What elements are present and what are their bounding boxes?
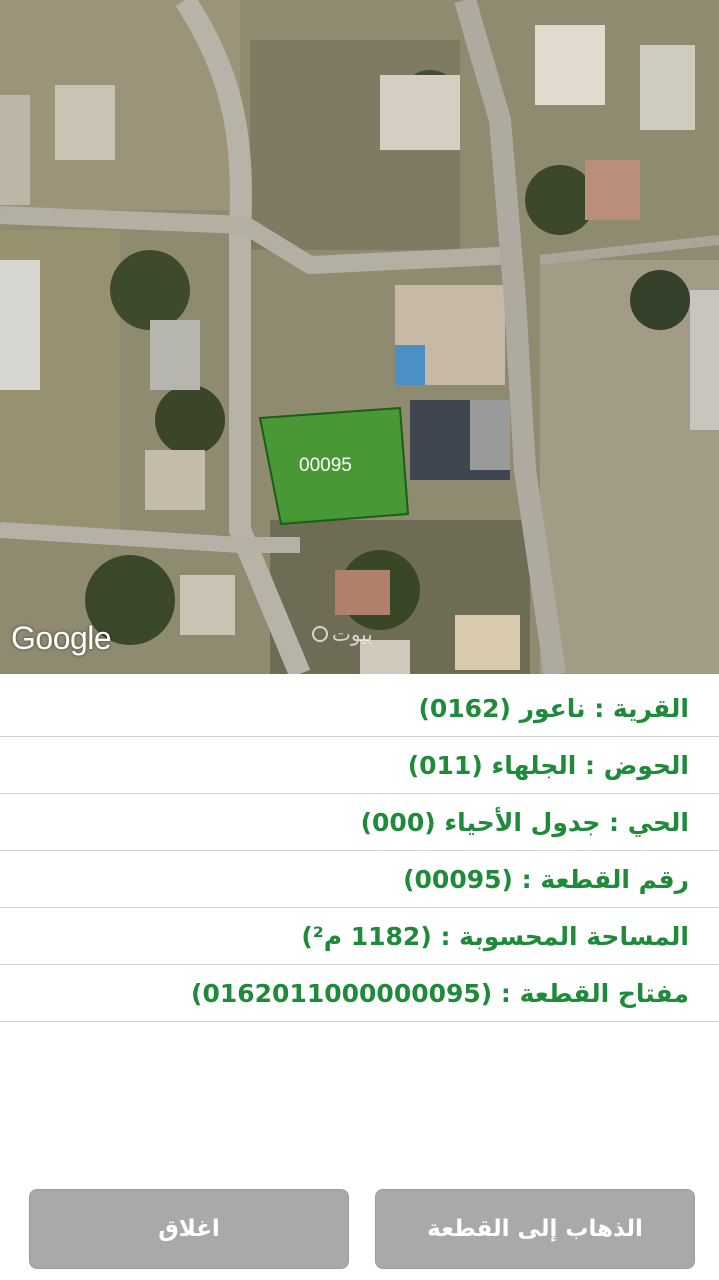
watermark: بيوت — [312, 622, 373, 646]
go-to-parcel-button[interactable]: الذهاب إلى القطعة — [375, 1189, 695, 1269]
info-row-parcel-key: مفتاح القطعة : (0162011000000095) — [0, 965, 719, 1022]
village-text: القرية : ناعور (0162) — [418, 693, 689, 723]
info-row-area: المساحة المحسوبة : (1182 م²) — [0, 908, 719, 965]
neighborhood-text: الحي : جدول الأحياء (000) — [360, 807, 689, 837]
basin-text: الحوض : الجلهاء (011) — [407, 750, 689, 780]
satellite-map[interactable]: 00095 Google بيوت — [0, 0, 719, 674]
info-row-basin: الحوض : الجلهاء (011) — [0, 737, 719, 794]
close-button[interactable]: اغلاق — [29, 1189, 349, 1269]
info-row-village: القرية : ناعور (0162) — [0, 680, 719, 737]
search-icon — [312, 626, 328, 642]
parcel-info-list: القرية : ناعور (0162) الحوض : الجلهاء (0… — [0, 680, 719, 1022]
satellite-imagery — [0, 0, 719, 674]
info-row-neighborhood: الحي : جدول الأحياء (000) — [0, 794, 719, 851]
info-row-parcel-number: رقم القطعة : (00095) — [0, 851, 719, 908]
parcel-number-text: رقم القطعة : (00095) — [403, 864, 689, 894]
parcel-number-label[interactable]: 00095 — [299, 455, 352, 477]
google-logo: Google — [11, 620, 112, 656]
parcel-key-text: مفتاح القطعة : (0162011000000095) — [191, 978, 689, 1008]
area-text: المساحة المحسوبة : (1182 م²) — [301, 921, 689, 951]
watermark-text: بيوت — [332, 622, 373, 646]
